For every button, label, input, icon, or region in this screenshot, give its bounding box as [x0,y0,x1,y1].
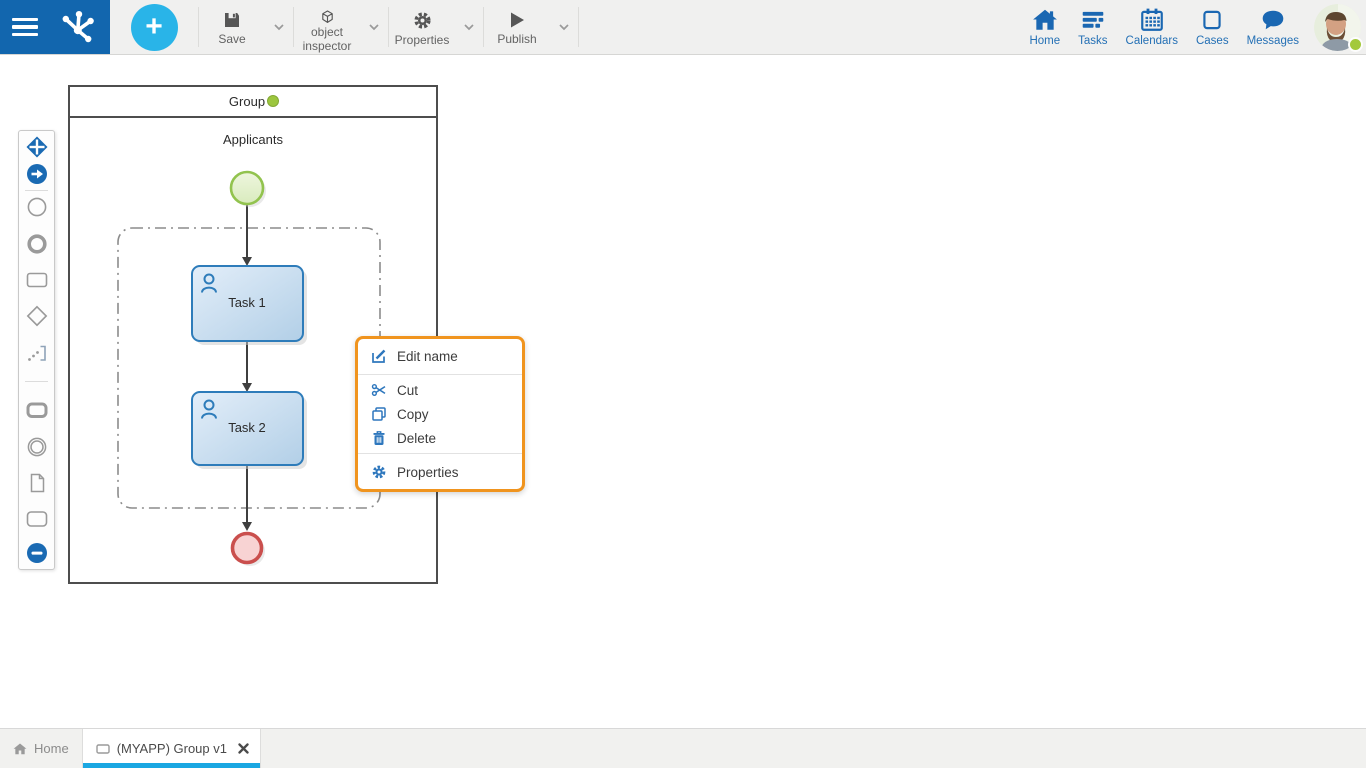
context-menu-delete[interactable]: Delete [358,426,522,450]
context-menu: Edit name Cut Copy [355,336,525,492]
lane-label[interactable]: Applicants [223,132,283,147]
nav-cases[interactable]: Cases [1187,0,1238,54]
cases-icon [1199,7,1225,33]
start-event[interactable] [231,172,263,204]
brand-area [0,0,110,54]
chevron-down-icon [369,24,379,31]
hamburger-menu-icon[interactable] [12,18,38,37]
tasks-icon [1080,7,1106,33]
context-menu-properties-label: Properties [397,465,459,480]
home-icon [13,742,27,756]
context-menu-edit-name[interactable]: Edit name [358,341,522,371]
add-new-button[interactable]: + [131,4,178,51]
task-1-label[interactable]: Task 1 [228,295,266,310]
nav-calendars-label: Calendars [1126,35,1178,47]
calendar-icon [1139,7,1165,33]
nav-home[interactable]: Home [1020,0,1069,54]
context-menu-edit-name-label: Edit name [397,349,458,364]
properties-dropdown-chevron[interactable] [455,0,483,54]
object-inspector-label: object inspector [296,26,358,54]
bpmn-diagram[interactable]: Group Applicants Task 1 [0,55,560,615]
top-nav: Home Tasks Calend [1020,0,1308,54]
publish-label: Publish [486,33,548,47]
gear-icon [371,464,387,480]
nav-tasks[interactable]: Tasks [1069,0,1116,54]
save-label: Save [201,33,263,47]
nav-cases-label: Cases [1196,35,1229,47]
play-icon [507,10,527,30]
active-tab-underline [83,763,260,768]
context-menu-properties[interactable]: Properties [358,457,522,487]
context-menu-cut[interactable]: Cut [358,378,522,402]
publish-dropdown-chevron[interactable] [550,0,578,54]
edit-icon [371,348,387,364]
nav-messages[interactable]: Messages [1238,0,1308,54]
object-inspector-button[interactable]: object inspector [294,0,360,54]
tab-close-icon[interactable] [238,743,249,754]
cube-icon [317,10,338,23]
save-dropdown-chevron[interactable] [265,0,293,54]
context-menu-cut-label: Cut [397,383,418,398]
context-menu-separator [358,453,522,454]
bottom-tab-bar: Home (MYAPP) Group v1 [0,728,1366,768]
home-icon [1032,7,1058,33]
status-online-dot [1348,37,1363,52]
tab-myapp-group-v1[interactable]: (MYAPP) Group v1 [83,729,261,768]
diagram-canvas[interactable]: Group Applicants Task 1 [0,55,1366,728]
messages-icon [1260,7,1286,33]
nav-home-label: Home [1029,35,1060,47]
nav-tasks-label: Tasks [1078,35,1107,47]
properties-button[interactable]: Properties [389,0,455,54]
tab-myapp-label: (MYAPP) Group v1 [117,741,227,756]
context-menu-copy-label: Copy [397,407,429,422]
context-menu-delete-label: Delete [397,431,436,446]
user-avatar[interactable] [1308,0,1366,54]
top-toolbar: + Save object inspector [0,0,1366,55]
app-logo-icon[interactable] [56,7,98,47]
gear-icon [412,10,433,31]
trash-icon [371,430,387,446]
save-button[interactable]: Save [199,0,265,54]
save-icon [222,10,242,30]
pool-title[interactable]: Group [229,94,265,109]
chevron-down-icon [274,24,284,31]
chevron-down-icon [559,24,569,31]
publish-button[interactable]: Publish [484,0,550,54]
pool-status-dot [268,96,279,107]
properties-label: Properties [391,34,453,48]
chevron-down-icon [464,24,474,31]
object-inspector-dropdown-chevron[interactable] [360,0,388,54]
process-tab-icon [96,743,110,755]
nav-messages-label: Messages [1247,35,1299,47]
copy-icon [371,406,387,422]
nav-calendars[interactable]: Calendars [1117,0,1187,54]
end-event[interactable] [233,534,262,563]
scissors-icon [371,382,387,398]
task-2-label[interactable]: Task 2 [228,420,266,435]
tab-home[interactable]: Home [0,729,83,768]
context-menu-copy[interactable]: Copy [358,402,522,426]
tab-home-label: Home [34,741,69,756]
context-menu-separator [358,374,522,375]
